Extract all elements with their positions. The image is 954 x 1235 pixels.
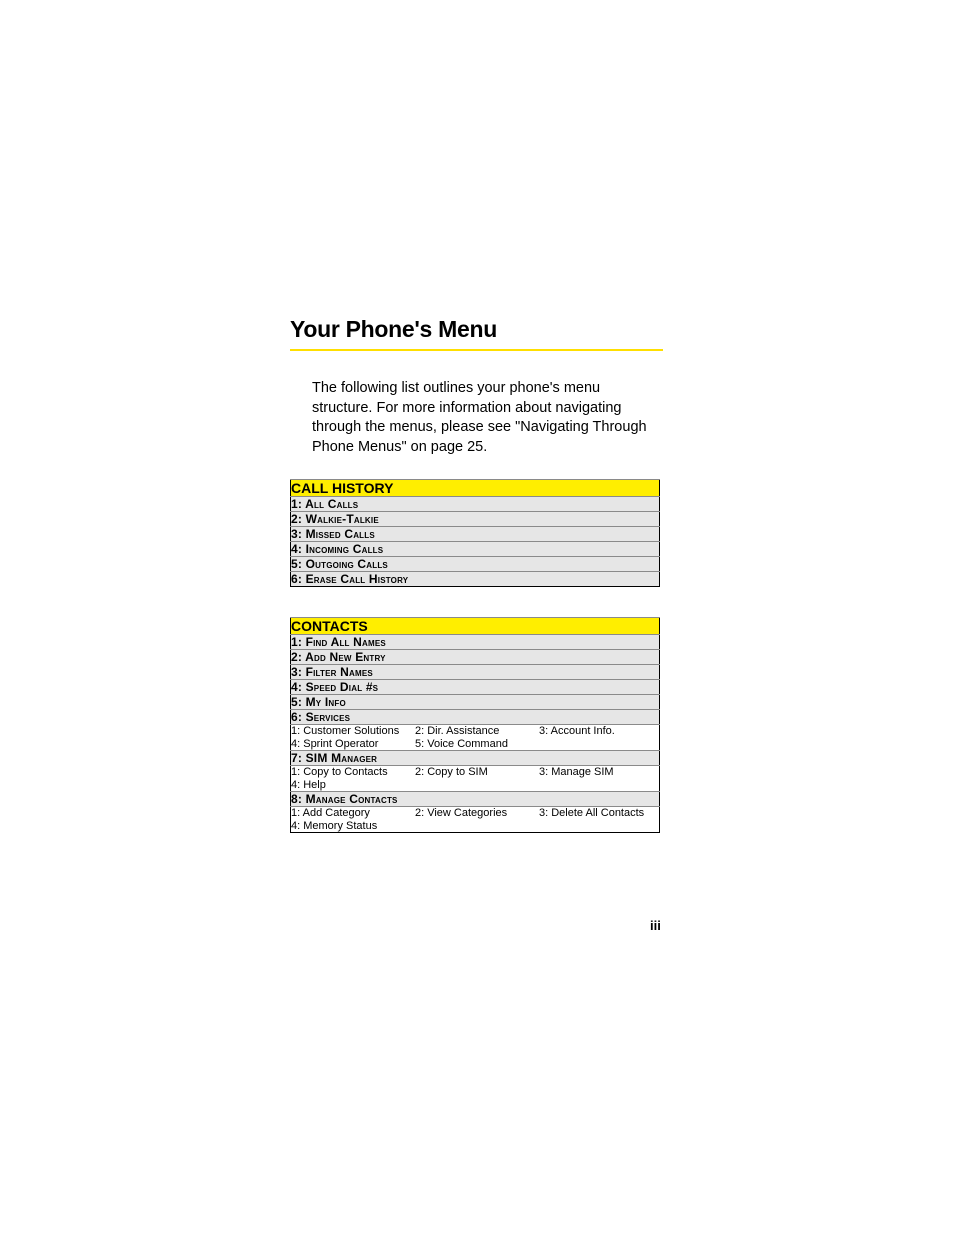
menu-item: 1: All Calls [291, 497, 660, 512]
menu-item: 4: Speed Dial #s [291, 680, 660, 695]
menu-item: 6: Services [291, 710, 660, 725]
menu-item: 5: Outgoing Calls [291, 557, 660, 572]
menu-item: 4: Incoming Calls [291, 542, 660, 557]
intro-paragraph: The following list outlines your phone's… [312, 379, 662, 457]
menu-item: 3: Filter Names [291, 665, 660, 680]
sub-item: 1: Add Category [291, 807, 411, 819]
section-header-contacts: CONTACTS [291, 618, 660, 635]
menu-item: 3: Missed Calls [291, 527, 660, 542]
sub-item: 4: Memory Status [291, 820, 411, 832]
menu-item: 6: Erase Call History [291, 572, 660, 587]
sub-item [415, 820, 535, 832]
sub-item [415, 779, 535, 791]
menu-item: 2: Walkie-Talkie [291, 512, 660, 527]
sub-item: 4: Sprint Operator [291, 738, 411, 750]
sub-items-services: 1: Customer Solutions 2: Dir. Assistance… [291, 725, 660, 751]
sub-item [539, 738, 659, 750]
menu-item: 1: Find All Names [291, 635, 660, 650]
content-area: Your Phone's Menu The following list out… [290, 316, 665, 863]
menu-table-call-history: CALL HISTORY 1: All Calls 2: Walkie-Talk… [290, 479, 660, 587]
sub-items-sim-manager: 1: Copy to Contacts 2: Copy to SIM 3: Ma… [291, 766, 660, 792]
title-underline [290, 349, 663, 351]
menu-item: 7: SIM Manager [291, 751, 660, 766]
sub-item: 3: Manage SIM [539, 766, 659, 778]
menu-item: 2: Add New Entry [291, 650, 660, 665]
section-header-call-history: CALL HISTORY [291, 480, 660, 497]
sub-item [539, 820, 659, 832]
sub-item: 1: Customer Solutions [291, 725, 411, 737]
menu-table-contacts: CONTACTS 1: Find All Names 2: Add New En… [290, 617, 660, 833]
sub-item: 4: Help [291, 779, 411, 791]
sub-item: 5: Voice Command [415, 738, 535, 750]
page: Your Phone's Menu The following list out… [0, 0, 954, 1235]
page-number: iii [650, 918, 661, 933]
sub-item: 1: Copy to Contacts [291, 766, 411, 778]
page-title: Your Phone's Menu [290, 316, 665, 343]
sub-item: 3: Delete All Contacts [539, 807, 659, 819]
sub-item: 3: Account Info. [539, 725, 659, 737]
menu-item: 5: My Info [291, 695, 660, 710]
sub-item [539, 779, 659, 791]
sub-items-manage-contacts: 1: Add Category 2: View Categories 3: De… [291, 807, 660, 833]
menu-item: 8: Manage Contacts [291, 792, 660, 807]
sub-item: 2: Copy to SIM [415, 766, 535, 778]
sub-item: 2: Dir. Assistance [415, 725, 535, 737]
sub-item: 2: View Categories [415, 807, 535, 819]
